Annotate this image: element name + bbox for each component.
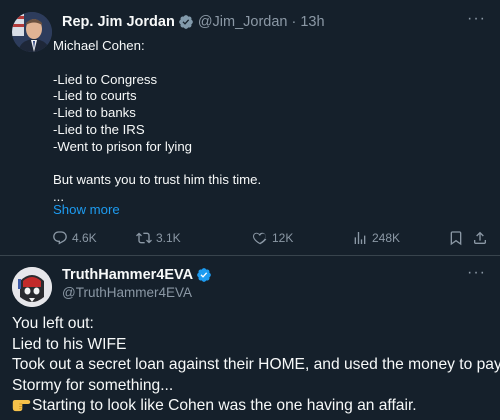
reply-icon — [53, 231, 67, 245]
reply-line: Stormy for something... — [12, 376, 174, 394]
tweet-time[interactable]: 13h — [300, 14, 324, 30]
reply-line: Lied to his WIFE — [12, 335, 127, 353]
retweet-count: 3.1K — [156, 231, 181, 245]
share-button[interactable] — [472, 228, 488, 248]
reply-line-text: Starting to look like Cohen was the one … — [32, 397, 417, 414]
bookmark-button[interactable] — [448, 228, 464, 248]
reply-line-with-emoji: Starting to look like Cohen was the one … — [12, 396, 496, 417]
views-icon — [354, 232, 366, 244]
reply-author-name[interactable]: TruthHammer4EVA — [62, 267, 193, 283]
verified-badge-icon — [197, 268, 211, 282]
reply-count: 4.6K — [72, 231, 97, 245]
tweet-text: Michael Cohen: -Lied to Congress -Lied t… — [53, 38, 483, 206]
views-count: 248K — [372, 231, 401, 245]
bookmark-icon — [450, 231, 462, 246]
reply-tweet[interactable]: TruthHammer4EVA @TruthHammer4EVA ··· You… — [0, 256, 500, 420]
tweet-line — [53, 156, 483, 173]
author-name[interactable]: Rep. Jim Jordan — [62, 14, 175, 30]
reply-handle[interactable]: @TruthHammer4EVA — [62, 285, 192, 300]
reply-text: You left out: Lied to his WIFE Took out … — [12, 314, 500, 417]
reply-author: TruthHammer4EVA — [62, 267, 216, 283]
like-icon — [253, 232, 267, 245]
tweet-header: Rep. Jim Jordan @Jim_Jordan · 13h — [62, 14, 325, 30]
more-icon[interactable]: ··· — [467, 264, 486, 282]
show-more-link[interactable]: Show more — [53, 202, 120, 217]
retweet-icon — [136, 232, 152, 244]
pointing-hand-emoji — [12, 400, 31, 412]
share-icon — [474, 231, 486, 244]
header-separator: · — [291, 14, 297, 30]
like-button[interactable]: 12K — [252, 228, 293, 248]
tweet-line: -Went to prison for lying — [53, 138, 193, 154]
like-count: 12K — [272, 231, 294, 245]
reply-line: You left out: — [12, 315, 94, 332]
tweet-actions: 4.6K 3.1K 12K 248K — [52, 228, 492, 248]
tweet-line — [53, 55, 483, 72]
tweet-line: But wants you to trust him this time. — [53, 172, 262, 188]
tweet-line: -Lied to Congress — [53, 71, 158, 87]
views-button[interactable]: 248K — [352, 228, 400, 248]
tweet-line: -Lied to the IRS — [53, 121, 145, 137]
jim-jordan-avatar[interactable] — [12, 12, 52, 52]
tweet-line: -Lied to courts — [53, 88, 137, 104]
tweet-line: -Lied to banks — [53, 105, 136, 121]
truthhammer-avatar[interactable] — [12, 267, 52, 307]
verified-badge-icon — [178, 15, 193, 29]
author-handle[interactable]: @Jim_Jordan — [198, 14, 288, 30]
reply-line: Took out a secret loan against their HOM… — [12, 356, 500, 373]
tweet-line: Michael Cohen: — [53, 38, 145, 53]
retweet-button[interactable]: 3.1K — [136, 228, 181, 248]
more-icon[interactable]: ··· — [467, 10, 486, 28]
main-tweet[interactable]: Rep. Jim Jordan @Jim_Jordan · 13h ··· Mi… — [0, 0, 500, 256]
reply-button[interactable]: 4.6K — [52, 228, 97, 248]
